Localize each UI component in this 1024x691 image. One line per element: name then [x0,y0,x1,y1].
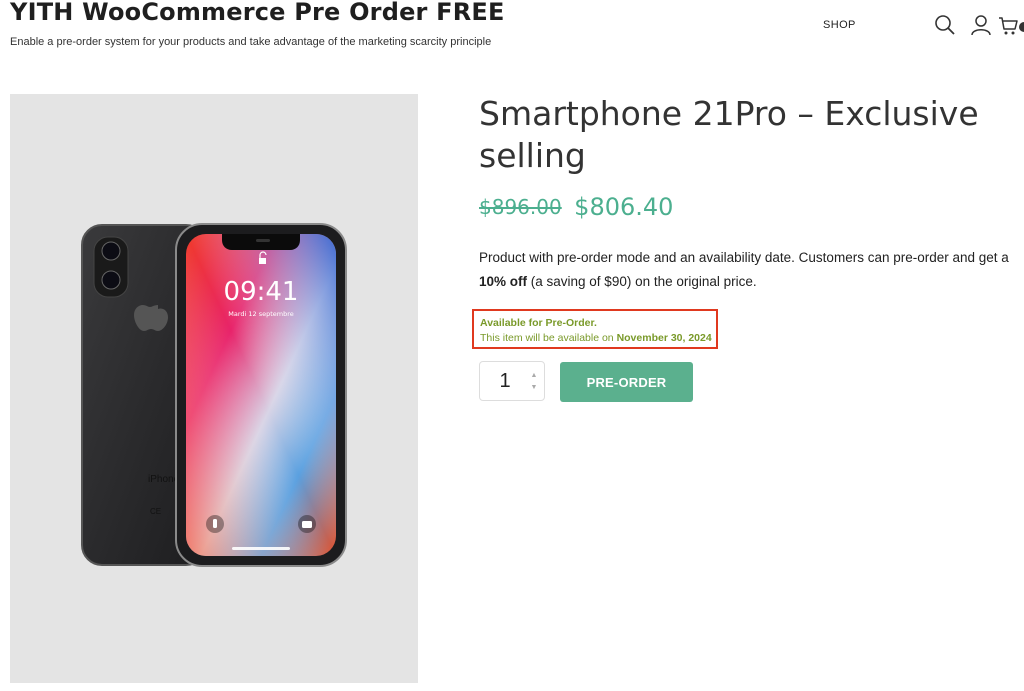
user-icon[interactable] [970,14,992,36]
nav-shop-link[interactable]: SHOP [823,19,856,31]
svg-text:Mardi 12 septembre: Mardi 12 septembre [228,310,294,318]
availability-date-line: This item will be available on November … [480,331,712,346]
cart-count-badge[interactable] [1019,22,1024,32]
quantity-input[interactable] [480,362,530,400]
svg-text:CE: CE [150,507,161,516]
svg-text:iPhone: iPhone [148,474,180,485]
quantity-increase-icon[interactable]: ▲ [529,372,539,380]
quantity-decrease-icon[interactable]: ▼ [529,384,539,392]
availability-date: November 30, 2024 [616,332,712,344]
description-discount: 10% off [479,274,528,289]
site-title[interactable]: YITH WooCommerce Pre Order FREE [10,0,505,26]
cart-icon[interactable] [998,14,1020,36]
product-title: Smartphone 21Pro – Exclusive selling [479,94,979,175]
svg-text:09:41: 09:41 [224,277,299,307]
sale-price: $806.40 [574,193,674,221]
pre-order-button[interactable]: PRE-ORDER [560,362,693,402]
description-text: Product with pre-order mode and an avail… [479,250,1009,265]
description-text-end: (a saving of $90) on the original price. [527,274,757,289]
site-tagline: Enable a pre-order system for your produ… [10,36,492,48]
regular-price: $896.00 [479,195,562,219]
preorder-notice: Available for Pre-Order. This item will … [472,309,718,349]
product-image[interactable]: iPhone CE 09:41 Mardi 12 septembre [10,94,418,683]
price-row: $896.00 $806.40 [479,193,673,221]
quantity-stepper[interactable]: ▲ ▼ [479,361,545,401]
product-description: Product with pre-order mode and an avail… [479,246,1024,294]
search-icon[interactable] [934,14,956,36]
availability-prefix: This item will be available on [480,332,617,344]
preorder-label: Available for Pre-Order. [480,317,597,329]
